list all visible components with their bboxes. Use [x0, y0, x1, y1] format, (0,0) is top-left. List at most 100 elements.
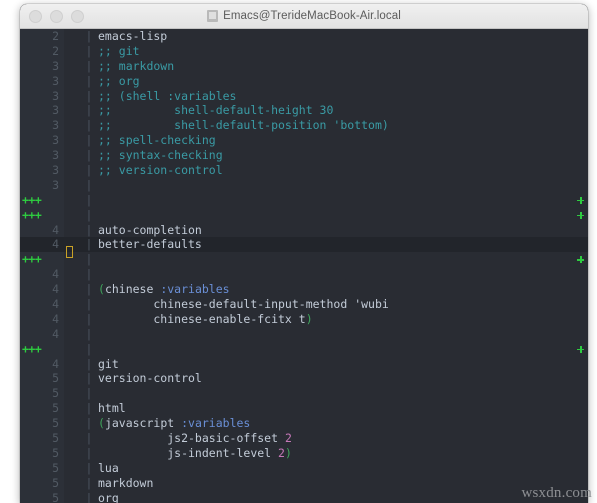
code-token: emacs-lisp: [98, 29, 168, 43]
code-line[interactable]: 2 | ;; git: [20, 43, 588, 59]
code-line[interactable]: 5 | (javascript :variables: [20, 416, 588, 432]
code-text: (javascript :variables: [96, 416, 588, 431]
code-token: ): [284, 445, 292, 460]
code-line[interactable]: 3 | ;; shell-default-height 30: [20, 103, 588, 119]
code-line[interactable]: 5 | lua: [20, 460, 588, 476]
code-token: markdown: [98, 475, 154, 490]
added-line-plus-icon: [577, 211, 584, 219]
indent-guide: |: [85, 133, 93, 148]
line-number: 4: [20, 237, 64, 253]
code-text: ;; git: [96, 44, 588, 59]
code-text: ;; version-control: [96, 163, 588, 178]
code-line[interactable]: 5 | js2-basic-offset 2: [20, 431, 588, 446]
code-text: chinese-enable-fcitx t): [96, 312, 588, 327]
line-number: 5: [20, 475, 64, 491]
code-line[interactable]: 5 | org: [20, 490, 588, 503]
code-token: ;; version-control: [98, 163, 223, 178]
emacs-window: Emacs@TrerideMacBook-Air.local 2 | emacs-l…: [20, 4, 588, 503]
code-token: html: [98, 401, 126, 416]
code-line[interactable]: 3 | ;; shell-default-position 'bottom): [20, 118, 588, 134]
minimize-button[interactable]: [50, 9, 63, 23]
added-line-plus-icon: [577, 256, 584, 264]
code-text: html: [96, 401, 588, 416]
code-line[interactable]: 3 |: [20, 177, 588, 193]
code-token: chinese: [104, 282, 161, 297]
code-text: emacs-lisp: [96, 29, 588, 44]
code-line[interactable]: 3 | ;; version-control: [20, 163, 588, 178]
code-token: :variables: [160, 282, 230, 297]
code-token: ;; shell-default-position 'bottom): [98, 118, 389, 133]
indent-guide: |: [85, 88, 93, 103]
code-line[interactable]: 4 | (chinese :variables: [20, 282, 588, 298]
line-number: 4: [20, 356, 64, 372]
code-token: ;; org: [98, 73, 140, 88]
code-token: ;; spell-checking: [98, 133, 216, 148]
line-number: 3: [20, 73, 64, 89]
code-line[interactable]: 5 | markdown: [20, 475, 588, 491]
code-text: ;; syntax-checking: [96, 148, 588, 163]
code-token: ;; (shell :variables: [98, 88, 237, 103]
indent-guide: |: [85, 490, 93, 503]
code-line[interactable]: 4 | chinese-default-input-method 'wubi: [20, 297, 588, 312]
code-line[interactable]: 5 | js-indent-level 2): [20, 445, 588, 461]
line-number: 5: [20, 445, 64, 461]
added-line-plus-icon: [577, 345, 584, 353]
line-number: 4: [20, 297, 64, 312]
code-text: version-control: [96, 371, 588, 386]
added-line-plus-icon: [577, 196, 584, 204]
code-token: js-indent-level: [98, 445, 279, 460]
zoom-button[interactable]: [71, 9, 84, 23]
code-editor-buffer[interactable]: 2 | emacs-lisp 2 |;; git 3 |;; markdown 3 |;; or…: [20, 29, 588, 503]
code-text: ;; shell-default-position 'bottom): [96, 118, 588, 133]
code-token: chinese-default-input-method: [98, 297, 355, 312]
indent-guide: |: [85, 207, 93, 222]
code-line[interactable]: 4 |: [20, 267, 588, 283]
close-button[interactable]: [29, 9, 42, 23]
code-text: ;; (shell :variables: [96, 89, 588, 104]
code-token: better-defaults: [98, 237, 202, 252]
code-line[interactable]: 2 | emacs-lisp: [20, 29, 588, 44]
line-number: 4: [20, 222, 64, 238]
indent-guide: |: [85, 177, 93, 192]
code-line[interactable]: 3 | ;; syntax-checking: [20, 148, 588, 164]
indent-guide: |: [85, 475, 93, 490]
code-text: (chinese :variables: [96, 282, 588, 297]
code-text: org: [96, 491, 588, 503]
code-text: auto-completion: [96, 223, 588, 238]
code-text: ;; shell-default-height 30: [96, 103, 588, 118]
code-line[interactable]: 3 | ;; markdown: [20, 58, 588, 74]
line-number: 5: [20, 371, 64, 387]
indent-guide: |: [85, 356, 93, 371]
line-number: 3: [20, 88, 64, 104]
indent-guide: |: [85, 29, 93, 43]
code-line[interactable]: 5 |: [20, 386, 588, 402]
code-token: version-control: [98, 371, 202, 386]
code-text: git: [96, 357, 588, 372]
code-line[interactable]: +++ |: [20, 207, 588, 223]
code-token: auto-completion: [98, 222, 202, 237]
line-number: 5: [20, 386, 64, 402]
indent-guide: |: [85, 222, 93, 237]
code-line[interactable]: 4 | git: [20, 356, 588, 372]
code-line[interactable]: 3 | ;; (shell :variables: [20, 88, 588, 104]
code-line[interactable]: +++ |: [20, 192, 588, 208]
code-token: chinese-enable-fcitx t: [98, 311, 306, 326]
code-line[interactable]: 4 | better-defaults: [20, 237, 588, 258]
code-text: js-indent-level 2): [96, 446, 588, 461]
code-line[interactable]: 3 | ;; org: [20, 73, 588, 89]
code-line[interactable]: 4 | chinese-enable-fcitx t): [20, 311, 588, 327]
window-titlebar[interactable]: Emacs@TrerideMacBook-Air.local: [20, 4, 588, 29]
code-line[interactable]: 3 | ;; spell-checking: [20, 133, 588, 149]
screenshot-root: Emacs@TrerideMacBook-Air.local 2 | emacs-l…: [0, 0, 597, 503]
code-text: lua: [96, 461, 588, 476]
line-number: 5: [20, 416, 64, 432]
code-token: org: [98, 490, 119, 503]
code-line[interactable]: 4 | auto-completion: [20, 222, 588, 238]
indent-guide: |: [85, 297, 93, 312]
code-line[interactable]: 5 | html: [20, 401, 588, 417]
indent-guide: |: [85, 326, 93, 341]
code-line[interactable]: 5 | version-control: [20, 371, 588, 387]
code-line[interactable]: +++ |: [20, 252, 588, 268]
code-line[interactable]: 4 |: [20, 326, 588, 342]
code-line[interactable]: +++ |: [20, 341, 588, 357]
